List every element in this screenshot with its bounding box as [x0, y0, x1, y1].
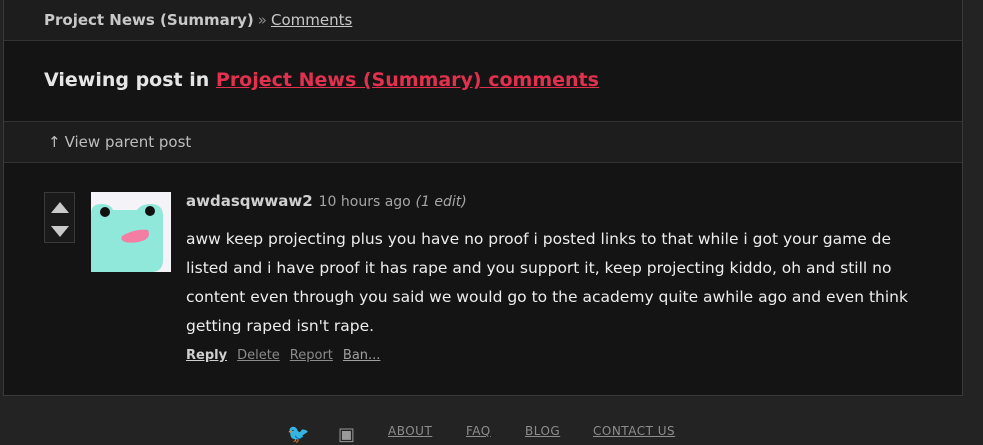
view-parent-post-label: View parent post [64, 133, 192, 151]
comment-header: awdasqwwaw2 10 hours ago (1 edit) [186, 192, 467, 210]
breadcrumb-separator: » [257, 11, 267, 29]
twitter-icon[interactable]: 🐦 [287, 424, 309, 445]
breadcrumb-project[interactable]: Project News (Summary) [44, 11, 254, 29]
triangle-up-icon[interactable] [51, 202, 69, 213]
report-button[interactable]: Report [290, 348, 333, 363]
page-title-prefix: Viewing post in [44, 69, 216, 91]
triangle-down-icon[interactable] [51, 226, 69, 237]
footer-link-about[interactable]: ABOUT [388, 424, 432, 438]
page-title-link[interactable]: Project News (Summary) comments [216, 69, 599, 91]
reply-button[interactable]: Reply [186, 348, 227, 363]
heading-area: Viewing post in Project News (Summary) c… [4, 41, 962, 122]
delete-button[interactable]: Delete [237, 348, 280, 363]
vote-box [44, 192, 75, 243]
comment-panel: Project News (Summary)» Comments Viewing … [3, 0, 963, 396]
facebook-icon[interactable]: ▣ [338, 424, 355, 445]
avatar[interactable] [91, 192, 171, 272]
footer-link-faq[interactable]: FAQ [466, 424, 491, 438]
arrow-up-icon: ↑ [48, 133, 61, 151]
comment-timestamp[interactable]: 10 hours ago [319, 194, 411, 210]
comment-username[interactable]: awdasqwwaw2 [186, 192, 313, 210]
ban-button[interactable]: Ban... [343, 348, 381, 363]
footer-link-contact[interactable]: CONTACT US [593, 424, 675, 438]
page-title: Viewing post in Project News (Summary) c… [44, 69, 599, 91]
comment-edit-note: (1 edit) [415, 194, 467, 210]
comment-actions: Reply Delete Report Ban... [186, 348, 390, 363]
breadcrumb: Project News (Summary)» Comments [4, 0, 962, 41]
footer: 🐦 ▣ ABOUT FAQ BLOG CONTACT US [0, 418, 983, 445]
frog-avatar-icon [91, 192, 171, 272]
comment-body: aww keep projecting plus you have no pro… [186, 230, 908, 335]
breadcrumb-comments-link[interactable]: Comments [271, 11, 352, 29]
footer-link-blog[interactable]: BLOG [525, 424, 560, 438]
view-parent-post-link[interactable]: ↑ View parent post [4, 122, 962, 163]
